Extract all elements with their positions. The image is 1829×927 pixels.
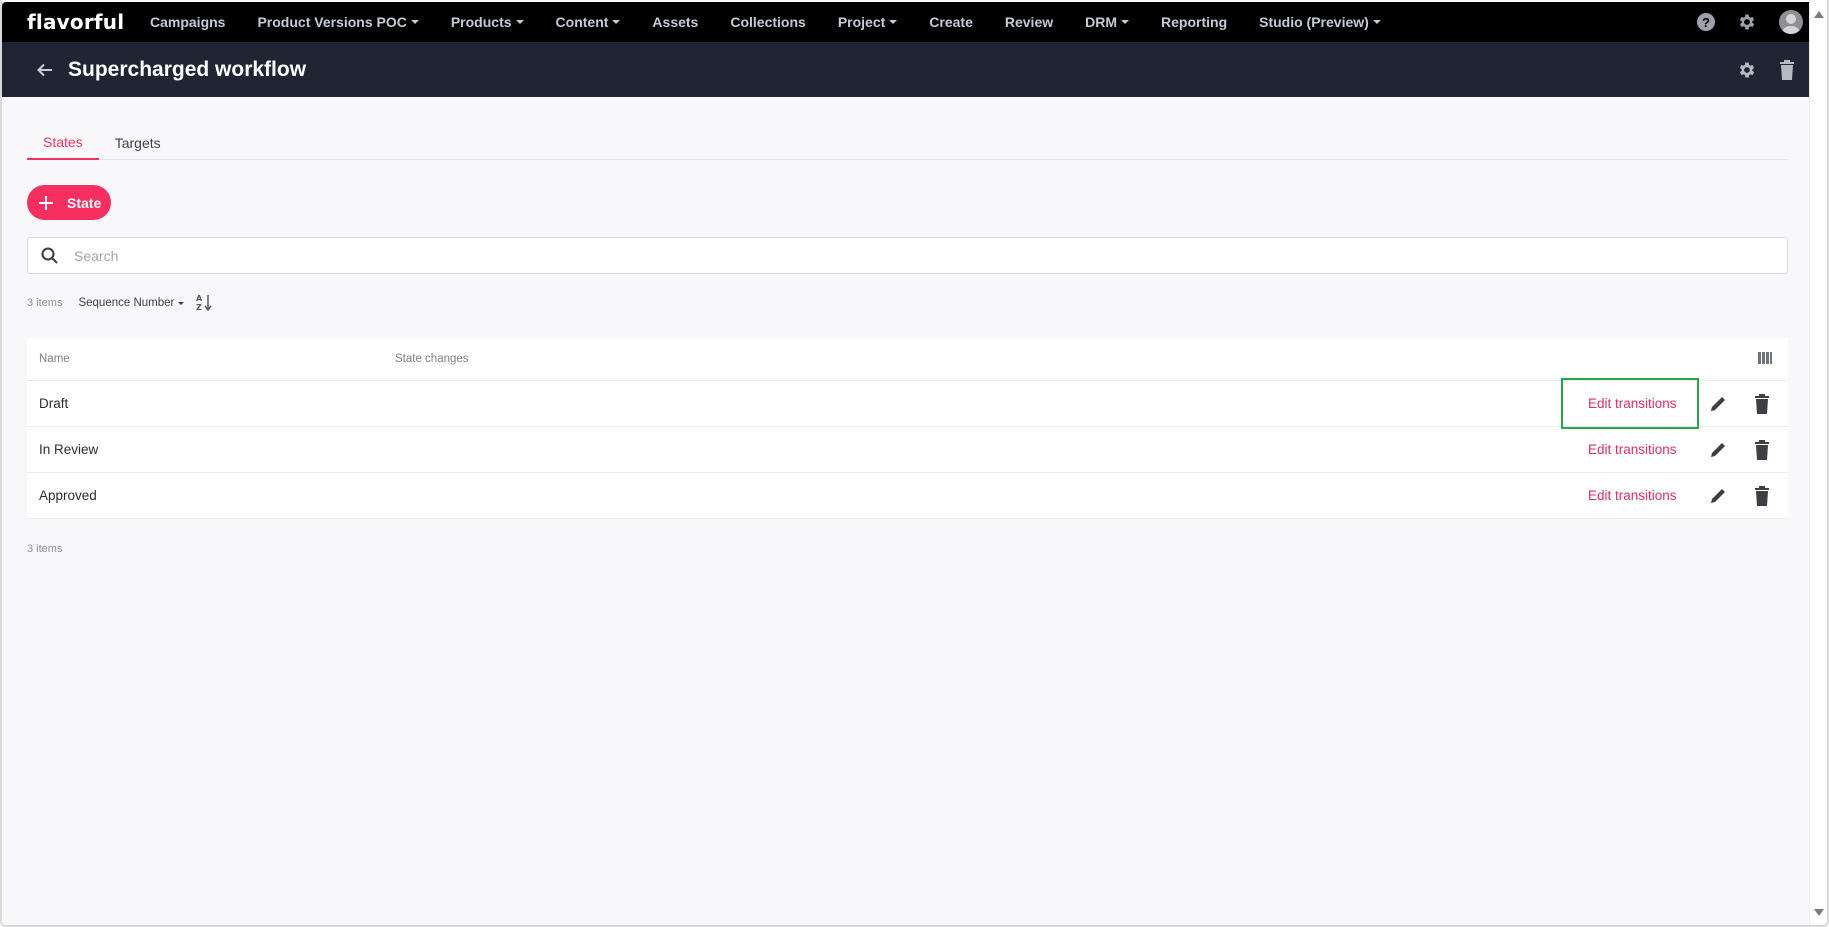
nav-item-label: Studio (Preview) bbox=[1259, 14, 1369, 30]
nav-item-studio-preview[interactable]: Studio (Preview) bbox=[1259, 14, 1381, 30]
nav-menu: Campaigns Product Versions POC Products … bbox=[150, 14, 1413, 30]
edit-transitions-link[interactable]: Edit transitions bbox=[1588, 442, 1677, 457]
state-name: Approved bbox=[39, 488, 97, 503]
pencil-icon[interactable] bbox=[1708, 440, 1728, 460]
columns-icon[interactable] bbox=[1758, 352, 1772, 364]
nav-item-review[interactable]: Review bbox=[1005, 14, 1053, 30]
help-icon[interactable]: ? bbox=[1697, 13, 1715, 31]
pencil-icon[interactable] bbox=[1708, 486, 1728, 506]
caret-down-icon bbox=[410, 20, 419, 24]
nav-item-label: Content bbox=[555, 14, 609, 30]
add-state-button[interactable]: State bbox=[27, 185, 111, 220]
nav-item-project[interactable]: Project bbox=[837, 14, 898, 30]
topnav-actions: ? bbox=[1697, 2, 1813, 42]
states-table: Name State changes Draft Edit transition… bbox=[27, 338, 1788, 519]
table-row: In Review Edit transitions bbox=[27, 427, 1788, 473]
svg-text:A: A bbox=[196, 294, 203, 303]
top-navigation: flavorful Campaigns Product Versions POC… bbox=[2, 2, 1813, 42]
vertical-scrollbar[interactable] bbox=[1809, 0, 1827, 925]
footer-items-count: 3 items bbox=[27, 543, 63, 555]
page-header: Supercharged workflow bbox=[2, 42, 1813, 97]
state-name: Draft bbox=[39, 396, 69, 411]
table-row: Approved Edit transitions bbox=[27, 473, 1788, 519]
sort-a-z-icon[interactable]: AZ bbox=[196, 293, 214, 313]
edit-transitions-link[interactable]: Edit transitions bbox=[1588, 488, 1677, 503]
scroll-up-arrow-icon[interactable] bbox=[1814, 11, 1824, 18]
nav-item-label: Collections bbox=[730, 14, 806, 30]
nav-item-label: Reporting bbox=[1161, 14, 1228, 30]
nav-item-product-versions-poc[interactable]: Product Versions POC bbox=[257, 14, 419, 30]
nav-item-label: Assets bbox=[652, 14, 699, 30]
trash-icon[interactable] bbox=[1754, 485, 1770, 506]
page-title: Supercharged workflow bbox=[68, 57, 307, 81]
nav-item-create[interactable]: Create bbox=[929, 14, 973, 30]
caret-down-icon bbox=[515, 20, 524, 24]
nav-item-campaigns[interactable]: Campaigns bbox=[150, 14, 225, 30]
nav-item-label: DRM bbox=[1085, 14, 1118, 30]
logo[interactable]: flavorful bbox=[27, 10, 147, 34]
tab-bar: States Targets bbox=[27, 126, 1788, 160]
trash-icon[interactable] bbox=[1779, 59, 1795, 80]
table-header: Name State changes bbox=[27, 338, 1788, 381]
table-row: Draft Edit transitions bbox=[27, 378, 1788, 429]
nav-item-reporting[interactable]: Reporting bbox=[1161, 14, 1227, 30]
add-state-label: State bbox=[67, 194, 102, 211]
list-controls: 3 items Sequence Number AZ bbox=[27, 293, 214, 313]
tab-states[interactable]: States bbox=[27, 126, 99, 160]
column-header-state-changes[interactable]: State changes bbox=[395, 353, 469, 365]
trash-icon[interactable] bbox=[1754, 393, 1770, 414]
edit-transitions-link[interactable]: Edit transitions bbox=[1588, 396, 1677, 411]
items-count: 3 items bbox=[27, 297, 63, 309]
nav-item-label: Products bbox=[450, 14, 512, 30]
gear-icon[interactable] bbox=[1737, 12, 1757, 32]
nav-item-content[interactable]: Content bbox=[556, 14, 621, 30]
pencil-icon[interactable] bbox=[1708, 394, 1728, 414]
app-window: flavorful Campaigns Product Versions POC… bbox=[0, 0, 1829, 927]
nav-item-products[interactable]: Products bbox=[451, 14, 524, 30]
nav-item-label: Review bbox=[1004, 14, 1054, 30]
trash-icon[interactable] bbox=[1754, 439, 1770, 460]
nav-item-label: Campaigns bbox=[150, 14, 226, 30]
svg-text:Z: Z bbox=[196, 303, 202, 312]
sort-by-dropdown[interactable]: Sequence Number bbox=[78, 297, 185, 309]
gear-icon[interactable] bbox=[1737, 60, 1757, 80]
scroll-down-arrow-icon[interactable] bbox=[1814, 909, 1824, 916]
sort-by-label: Sequence Number bbox=[78, 297, 175, 309]
nav-item-drm[interactable]: DRM bbox=[1085, 14, 1130, 30]
caret-down-icon bbox=[612, 20, 621, 24]
search-icon bbox=[41, 247, 58, 264]
nav-item-assets[interactable]: Assets bbox=[652, 14, 698, 30]
back-arrow-icon[interactable] bbox=[34, 59, 56, 81]
user-avatar[interactable] bbox=[1779, 10, 1803, 34]
nav-item-label: Project bbox=[837, 14, 886, 30]
header-actions bbox=[1737, 42, 1795, 97]
plus-icon bbox=[39, 195, 53, 210]
caret-down-icon bbox=[889, 20, 898, 24]
nav-item-label: Product Versions POC bbox=[257, 14, 407, 30]
tab-targets[interactable]: Targets bbox=[99, 126, 177, 160]
nav-item-collections[interactable]: Collections bbox=[730, 14, 805, 30]
main-content: States Targets State 3 items Sequence Nu… bbox=[2, 97, 1813, 925]
caret-down-icon bbox=[1121, 20, 1130, 24]
search-input[interactable] bbox=[74, 247, 1787, 264]
search-box bbox=[27, 237, 1788, 274]
column-header-name[interactable]: Name bbox=[39, 353, 70, 365]
caret-down-icon bbox=[178, 301, 185, 305]
caret-down-icon bbox=[1372, 20, 1381, 24]
state-name: In Review bbox=[39, 442, 99, 457]
nav-item-label: Create bbox=[929, 14, 973, 30]
